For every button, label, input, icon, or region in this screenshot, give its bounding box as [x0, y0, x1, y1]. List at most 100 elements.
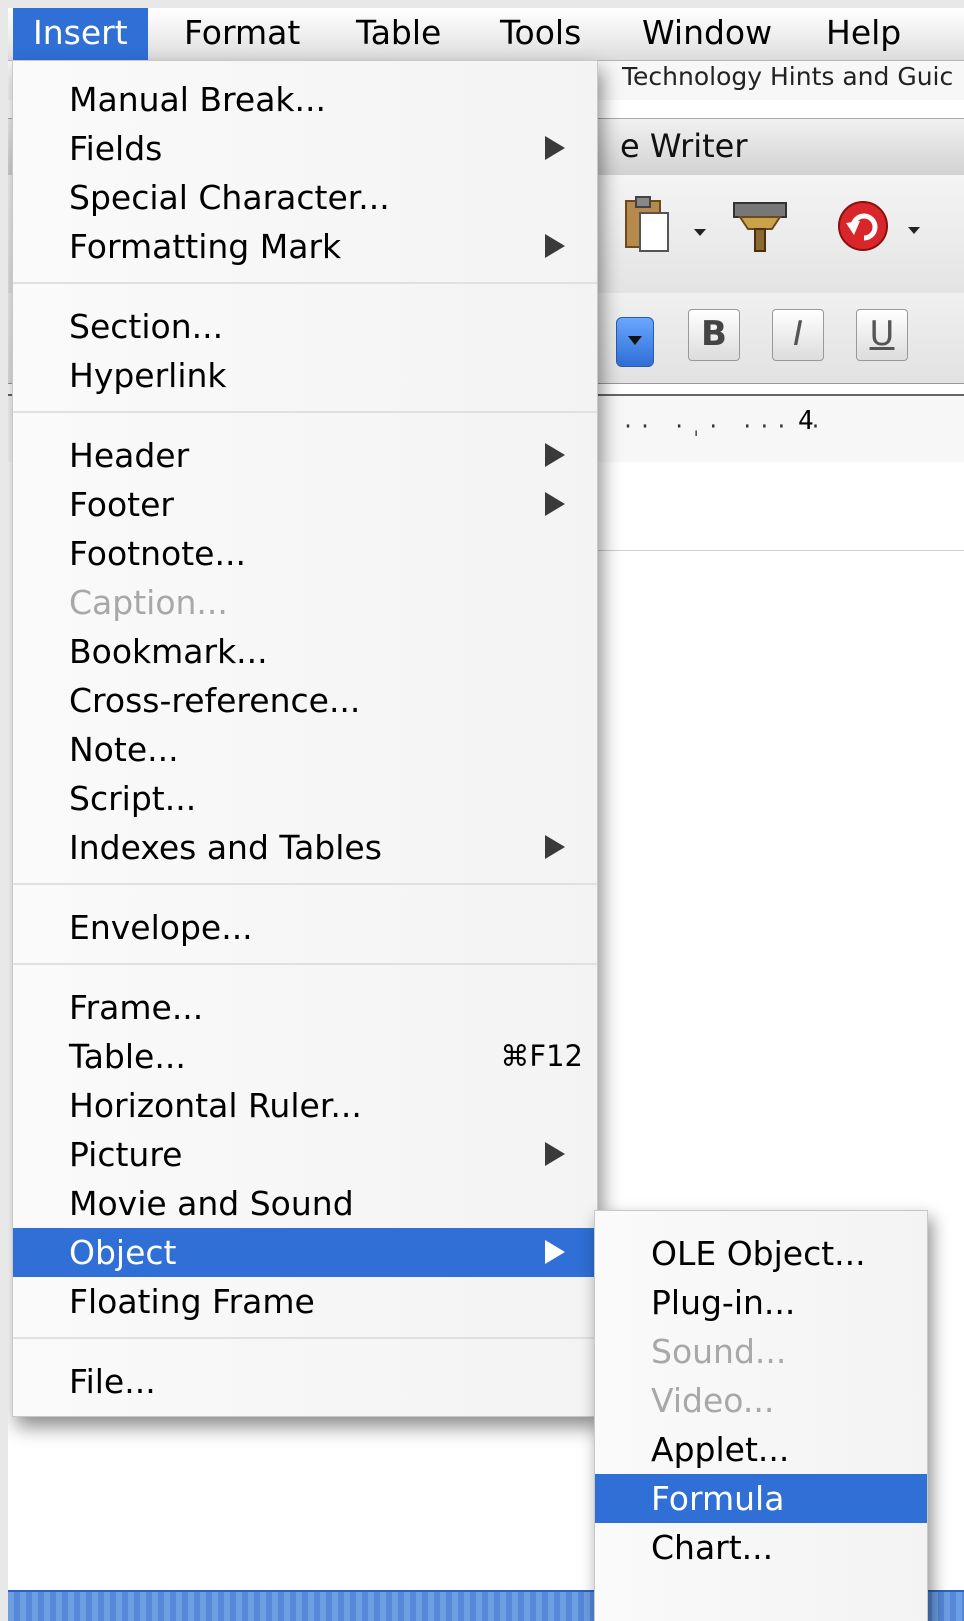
site-title: Technology Hints and Guic: [622, 62, 954, 91]
menu-item-manual-break[interactable]: Manual Break...: [13, 75, 597, 124]
menu-item-horizontal-ruler[interactable]: Horizontal Ruler...: [13, 1081, 597, 1130]
menu-bar: Insert Format Table Tools Window Help: [8, 8, 964, 61]
menu-table[interactable]: Table: [336, 8, 461, 60]
menu-window[interactable]: Window: [622, 8, 792, 60]
ruler-number: 4: [798, 406, 814, 436]
ruler-ticks: ·· ·ˌ· ··· ·: [622, 414, 827, 438]
menu-item-envelope[interactable]: Envelope...: [13, 903, 597, 952]
menu-item-footer[interactable]: Footer: [13, 480, 597, 529]
menu-item-label: Indexes and Tables: [69, 828, 382, 867]
menu-item-formatting-mark[interactable]: Formatting Mark: [13, 222, 597, 271]
menu-help[interactable]: Help: [806, 8, 921, 60]
menu-item-movie-and-sound[interactable]: Movie and Sound: [13, 1179, 597, 1228]
submenu-arrow-icon: [545, 1240, 565, 1264]
screen: Technology Hints and Guic e Writer B I U…: [8, 8, 964, 1621]
menu-item-script[interactable]: Script...: [13, 774, 597, 823]
menu-item-frame[interactable]: Frame...: [13, 983, 597, 1032]
submenu-arrow-icon: [545, 492, 565, 516]
submenu-item-label: Sound...: [651, 1332, 787, 1371]
menu-item-label: Movie and Sound: [69, 1184, 354, 1223]
italic-button[interactable]: I: [772, 309, 824, 361]
menu-item-label: Frame...: [69, 988, 204, 1027]
menu-item-label: Note...: [69, 730, 179, 769]
menu-item-label: Hyperlink: [69, 356, 227, 395]
chevron-down-icon: [628, 336, 642, 345]
menu-item-label: Special Character...: [69, 178, 390, 217]
submenu-item-video: Video...: [595, 1376, 927, 1425]
submenu-item-label: Formula: [651, 1479, 785, 1518]
menu-item-label: Object: [69, 1233, 177, 1272]
paste-dropdown-arrow-icon[interactable]: [694, 229, 706, 236]
menu-item-file[interactable]: File...: [13, 1357, 597, 1406]
menu-item-label: Caption...: [69, 583, 228, 622]
menu-separator: [13, 411, 597, 413]
font-size-dropdown-button[interactable]: [616, 317, 654, 367]
submenu-item-applet[interactable]: Applet...: [595, 1425, 927, 1474]
menu-item-picture[interactable]: Picture: [13, 1130, 597, 1179]
submenu-item-ole-object[interactable]: OLE Object...: [595, 1229, 927, 1278]
menu-item-label: Formatting Mark: [69, 227, 342, 266]
menu-item-label: Section...: [69, 307, 224, 346]
format-paintbrush-icon[interactable]: [730, 199, 790, 255]
paste-icon[interactable]: [622, 195, 674, 257]
submenu-item-formula[interactable]: Formula: [595, 1474, 927, 1523]
submenu-item-label: Plug-in...: [651, 1283, 796, 1322]
submenu-arrow-icon: [545, 136, 565, 160]
menu-item-label: Manual Break...: [69, 80, 326, 119]
menu-item-bookmark[interactable]: Bookmark...: [13, 627, 597, 676]
menu-separator: [13, 963, 597, 965]
menu-item-label: Cross-reference...: [69, 681, 361, 720]
object-submenu: OLE Object... Plug-in... Sound... Video.…: [594, 1210, 928, 1621]
menu-format[interactable]: Format: [164, 8, 320, 60]
submenu-item-chart[interactable]: Chart...: [595, 1523, 927, 1572]
submenu-arrow-icon: [545, 835, 565, 859]
menu-item-label: Header: [69, 436, 190, 475]
menu-item-label: Fields: [69, 129, 163, 168]
bold-button[interactable]: B: [688, 309, 740, 361]
menu-item-section[interactable]: Section...: [13, 302, 597, 351]
menu-separator: [13, 1337, 597, 1339]
menu-item-footnote[interactable]: Footnote...: [13, 529, 597, 578]
menu-item-shortcut: ⌘F12: [500, 1039, 583, 1073]
menu-item-table[interactable]: Table... ⌘F12: [13, 1032, 597, 1081]
menu-tools[interactable]: Tools: [480, 8, 601, 60]
window-title: e Writer: [620, 127, 748, 165]
menu-item-header[interactable]: Header: [13, 431, 597, 480]
menu-item-label: File...: [69, 1362, 156, 1401]
menu-item-floating-frame[interactable]: Floating Frame: [13, 1277, 597, 1326]
page-margin-line: [598, 550, 964, 551]
submenu-arrow-icon: [545, 1142, 565, 1166]
menu-item-special-character[interactable]: Special Character...: [13, 173, 597, 222]
menu-item-indexes-and-tables[interactable]: Indexes and Tables: [13, 823, 597, 872]
menu-insert[interactable]: Insert: [13, 8, 148, 60]
submenu-item-label: Applet...: [651, 1430, 790, 1469]
menu-item-fields[interactable]: Fields: [13, 124, 597, 173]
menu-item-label: Floating Frame: [69, 1282, 315, 1321]
menu-item-label: Footnote...: [69, 534, 246, 573]
submenu-item-label: OLE Object...: [651, 1234, 866, 1273]
menu-item-label: Script...: [69, 779, 197, 818]
menu-item-label: Bookmark...: [69, 632, 268, 671]
submenu-item-sound: Sound...: [595, 1327, 927, 1376]
submenu-arrow-icon: [545, 443, 565, 467]
submenu-item-label: Video...: [651, 1381, 775, 1420]
menu-item-label: Footer: [69, 485, 174, 524]
submenu-item-plug-in[interactable]: Plug-in...: [595, 1278, 927, 1327]
undo-dropdown-arrow-icon[interactable]: [908, 227, 920, 234]
menu-item-caption: Caption...: [13, 578, 597, 627]
menu-separator: [13, 282, 597, 284]
menu-item-label: Horizontal Ruler...: [69, 1086, 362, 1125]
menu-item-object[interactable]: Object: [13, 1228, 597, 1277]
menu-item-label: Table...: [69, 1037, 186, 1076]
underline-button[interactable]: U: [856, 309, 908, 361]
menu-separator: [13, 883, 597, 885]
insert-menu: Manual Break... Fields Special Character…: [12, 60, 598, 1417]
submenu-arrow-icon: [545, 234, 565, 258]
menu-item-cross-reference[interactable]: Cross-reference...: [13, 676, 597, 725]
undo-icon[interactable]: [836, 199, 890, 253]
menu-item-label: Envelope...: [69, 908, 253, 947]
menu-item-label: Picture: [69, 1135, 183, 1174]
menu-item-note[interactable]: Note...: [13, 725, 597, 774]
menu-item-hyperlink[interactable]: Hyperlink: [13, 351, 597, 400]
submenu-item-label: Chart...: [651, 1528, 774, 1567]
